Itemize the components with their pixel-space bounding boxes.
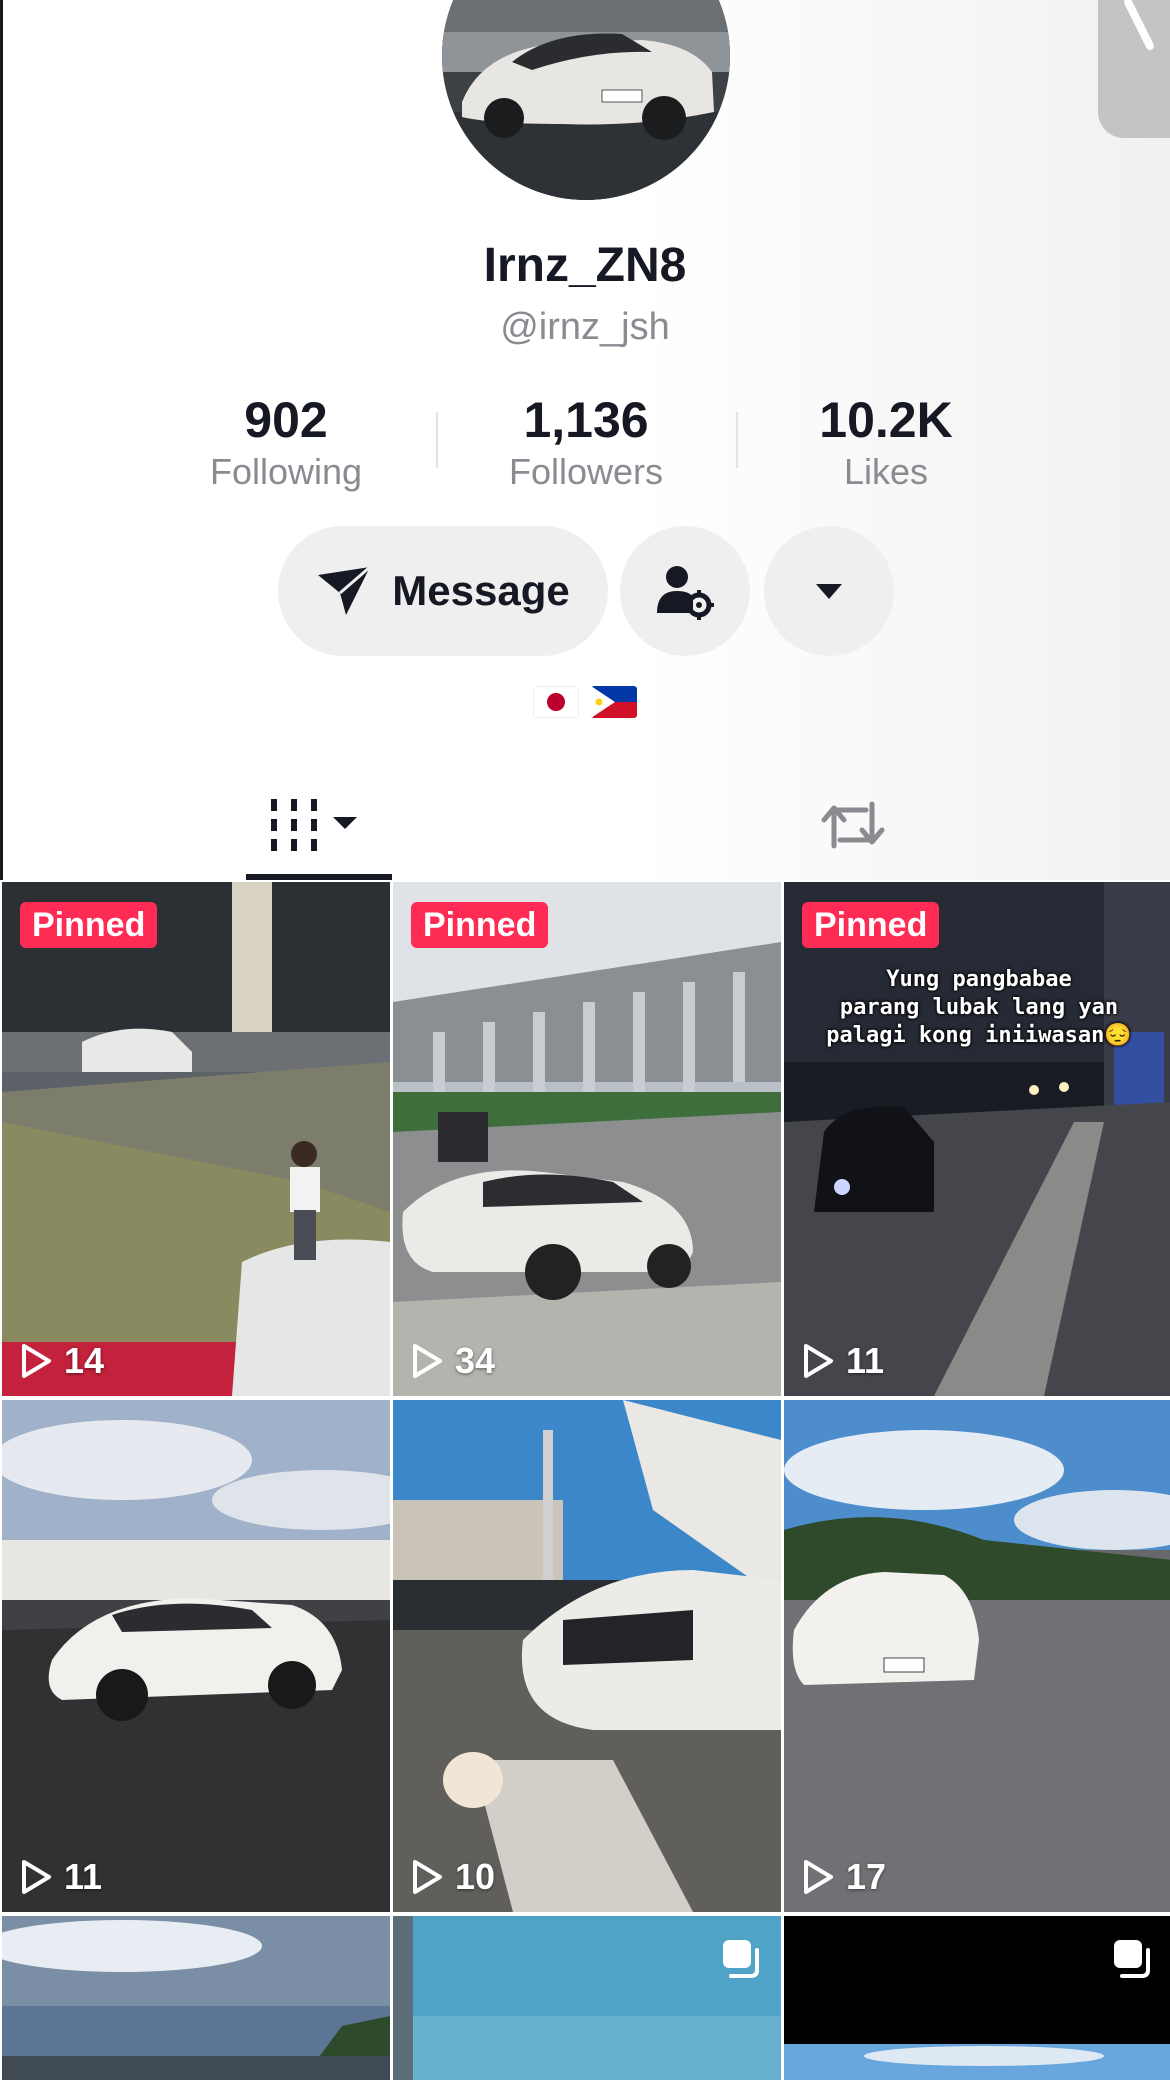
avatar[interactable] (442, 0, 730, 200)
view-count-value: 14 (64, 1340, 105, 1381)
stat-likes[interactable]: 10.2K Likes (736, 390, 1036, 494)
view-count: 11 (802, 1340, 884, 1382)
profile-tabs (0, 770, 1170, 880)
thumbnail-image (393, 1400, 781, 1912)
thumbnail-image (784, 1400, 1170, 1912)
multi-photo-icon (1114, 1940, 1150, 1978)
thumbnail-image (393, 882, 781, 1396)
more-options-button[interactable] (764, 526, 894, 656)
view-count: 34 (411, 1340, 495, 1382)
play-icon (22, 1860, 51, 1894)
avatar-car-image (442, 0, 730, 200)
play-icon (804, 1344, 833, 1378)
japan-flag-icon (533, 686, 579, 718)
play-icon (804, 1860, 833, 1894)
video-thumbnail[interactable]: 10 (393, 1400, 781, 1912)
stat-label: Followers (508, 451, 664, 492)
video-caption: Yung pangbabae parang lubak lang yan pal… (784, 966, 1170, 1050)
view-count-value: 11 (846, 1340, 885, 1381)
caption-line: palagi kong iniiwasan😔 (826, 1023, 1132, 1048)
view-count-value: 10 (455, 1856, 496, 1897)
video-thumbnail[interactable]: 17 (784, 1400, 1170, 1912)
bio-flags (0, 686, 1170, 718)
pinned-badge: Pinned (20, 902, 158, 948)
play-icon (413, 1344, 442, 1378)
tab-videos[interactable] (246, 770, 392, 880)
video-thumbnail[interactable] (784, 1916, 1170, 2080)
tab-reposts[interactable] (780, 770, 926, 880)
thumbnail-image (2, 882, 390, 1396)
stat-followers[interactable]: 1,136 Followers (436, 390, 736, 494)
top-right-button[interactable] (1098, 0, 1170, 138)
screen-edge (0, 0, 3, 880)
view-count-value: 11 (64, 1856, 103, 1897)
view-count: 11 (20, 1856, 102, 1898)
thumbnail-image (784, 882, 1170, 1396)
user-settings-button[interactable] (620, 526, 750, 656)
caption-line: parang lubak lang yan (839, 995, 1119, 1020)
video-thumbnail[interactable] (393, 1916, 781, 2080)
message-button[interactable]: Message (278, 526, 608, 656)
stat-label: Following (209, 451, 363, 492)
play-icon (22, 1344, 51, 1378)
video-grid: Pinned 14 Pinned 34 Pinned Yung pangbaba… (0, 880, 1170, 2080)
video-thumbnail[interactable]: 11 (2, 1400, 390, 1912)
slash-icon (1124, 0, 1154, 50)
pinned-badge: Pinned (802, 902, 940, 948)
repost-icon (821, 801, 885, 849)
video-thumbnail[interactable]: Pinned 14 (2, 882, 390, 1396)
video-thumbnail[interactable] (2, 1916, 390, 2080)
stat-value: 10.2K (819, 392, 953, 448)
philippines-flag-icon (591, 686, 637, 718)
caption-line: Yung pangbabae (886, 967, 1072, 992)
thumbnail-image (2, 1916, 390, 2080)
video-thumbnail[interactable]: Pinned Yung pangbabae parang lubak lang … (784, 882, 1170, 1396)
stat-value: 1,136 (523, 392, 649, 448)
thumbnail-image (2, 1400, 390, 1912)
multi-photo-icon (723, 1940, 759, 1978)
pinned-badge: Pinned (411, 902, 549, 948)
play-icon (413, 1860, 442, 1894)
username-handle: @irnz_jsh (500, 306, 670, 348)
caret-down-icon (816, 584, 842, 599)
view-count-value: 17 (846, 1856, 887, 1897)
view-count: 17 (802, 1856, 886, 1898)
view-count: 14 (20, 1340, 104, 1382)
send-icon (318, 565, 372, 615)
stat-value: 902 (244, 392, 328, 448)
videos-grid-icon (271, 799, 357, 851)
view-count-value: 34 (455, 1340, 496, 1381)
stat-label: Likes (843, 451, 929, 492)
user-gear-icon (657, 566, 714, 620)
display-name: Irnz_ZN8 (483, 239, 687, 292)
video-thumbnail[interactable]: Pinned 34 (393, 882, 781, 1396)
profile-header: Irnz_ZN8 @irnz_jsh 902 Following 1,136 F… (0, 0, 1170, 880)
view-count: 10 (411, 1856, 495, 1898)
stat-following[interactable]: 902 Following (136, 390, 436, 494)
message-label: Message (392, 567, 570, 614)
